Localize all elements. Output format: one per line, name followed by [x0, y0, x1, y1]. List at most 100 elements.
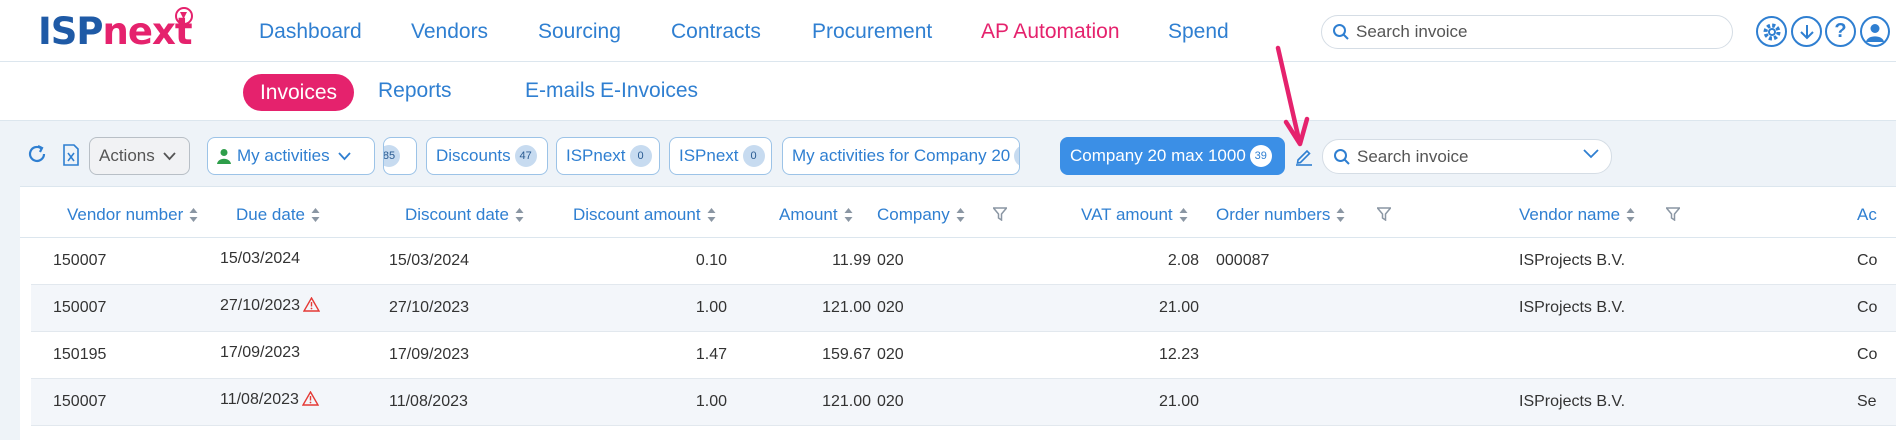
my-activities-dropdown[interactable]: My activities: [207, 137, 375, 175]
cell-discount-amount: 0.10: [695, 252, 727, 269]
cell-vat-amount: 12.23: [1158, 346, 1199, 363]
cell-discount-date: 17/09/2023: [389, 346, 470, 363]
cell-due-date: 17/09/2023: [220, 344, 301, 361]
filter-chip-discounts[interactable]: Discounts 47: [426, 137, 548, 175]
sort-icon: [844, 208, 853, 222]
cell-vendor-name: ISProjects B.V.: [1519, 252, 1626, 269]
tab-invoices[interactable]: Invoices: [243, 74, 354, 111]
filter-count: 0: [629, 145, 652, 167]
filter-label: Discounts: [436, 146, 511, 165]
sort-icon: [956, 208, 965, 222]
excel-export-icon[interactable]: [61, 143, 81, 167]
gear-icon[interactable]: [1756, 16, 1787, 47]
col-discount-date[interactable]: Discount date: [405, 205, 524, 225]
cell-amount: 121.00: [822, 393, 871, 410]
cell-discount-amount: 1.47: [695, 346, 727, 363]
help-glyph: ?: [1834, 20, 1847, 42]
nav-procurement[interactable]: Procurement: [812, 20, 932, 44]
nav-dashboard[interactable]: Dashboard: [259, 20, 362, 44]
filter-label: My activities for Company 20: [792, 146, 1011, 165]
help-icon[interactable]: ?: [1825, 16, 1856, 47]
cell-amount: 11.99: [832, 252, 871, 269]
cell-discount-date: 11/08/2023: [389, 393, 468, 410]
tab-e-invoices[interactable]: E-Invoices: [600, 79, 698, 103]
logo[interactable]: ISPnext: [38, 10, 193, 53]
cell-vat-amount: 21.00: [1158, 393, 1199, 410]
filter-chip-partial[interactable]: 85: [383, 137, 417, 175]
col-vendor-name[interactable]: Vendor name: [1519, 205, 1635, 225]
cell-vendor-name: ISProjects B.V.: [1519, 299, 1626, 316]
actions-dropdown[interactable]: Actions: [89, 137, 190, 175]
table-row[interactable]: 150195 17/09/2023 17/09/2023 1.47 159.67…: [31, 332, 1896, 379]
filter-funnel-icon[interactable]: [993, 207, 1007, 221]
cell-amount: 159.67: [822, 346, 871, 363]
filter-funnel-icon[interactable]: [1666, 207, 1680, 221]
filter-count: 0: [742, 145, 765, 167]
cell-due-date: 15/03/2024: [220, 250, 301, 267]
col-discount-amount[interactable]: Discount amount: [573, 205, 716, 225]
table-row[interactable]: 150007 15/03/2024 15/03/2024 0.10 11.99 …: [31, 238, 1896, 285]
top-navigation: ISPnext Dashboard Vendors Sourcing Contr…: [0, 0, 1896, 62]
filter-chip-ispnext-2[interactable]: ISPnext 0: [669, 137, 772, 175]
col-due-date[interactable]: Due date: [236, 205, 320, 225]
cell-discount-amount: 1.00: [695, 393, 727, 410]
warning-icon: [301, 390, 320, 406]
invoice-filter-search[interactable]: [1322, 139, 1612, 174]
sort-icon: [311, 208, 320, 222]
filter-count: 75: [1014, 145, 1019, 167]
tab-reports[interactable]: Reports: [378, 79, 452, 103]
warning-icon: [302, 296, 321, 312]
sort-icon: [1626, 208, 1635, 222]
table-row[interactable]: 150007 11/08/2023 11/08/2023 1.00 121.00…: [31, 379, 1896, 426]
download-icon[interactable]: [1791, 16, 1822, 47]
cell-ac: Co: [1857, 299, 1878, 316]
col-order-numbers[interactable]: Order numbers: [1216, 205, 1345, 225]
cell-ac: Co: [1857, 252, 1878, 269]
search-icon: [1333, 24, 1349, 40]
cell-vendor-number: 150195: [53, 346, 107, 363]
sort-icon: [515, 208, 524, 222]
search-icon: [1334, 149, 1350, 165]
sort-icon: [707, 208, 716, 222]
col-amount[interactable]: Amount: [779, 205, 853, 225]
tab-e-mails[interactable]: E-mails: [525, 79, 595, 103]
filter-label: ISPnext: [679, 146, 739, 165]
sub-navigation: Invoices Reports E-mails E-Invoices: [0, 62, 1896, 121]
cell-order-numbers: 000087: [1216, 252, 1270, 269]
sort-icon: [189, 208, 198, 222]
cell-vendor-name: ISProjects B.V.: [1519, 393, 1626, 410]
global-search-input[interactable]: [1356, 22, 1716, 42]
nav-ap-automation[interactable]: AP Automation: [981, 20, 1120, 44]
filter-count: 39: [1249, 145, 1272, 167]
col-vat-amount[interactable]: VAT amount: [1081, 205, 1188, 225]
cell-ac: Co: [1857, 346, 1878, 363]
nav-spend[interactable]: Spend: [1168, 20, 1229, 44]
table-row[interactable]: 150007 27/10/2023 27/10/2023 1.00 121.00…: [31, 285, 1896, 332]
invoice-filter-search-input[interactable]: [1357, 147, 1577, 167]
nav-vendors[interactable]: Vendors: [411, 20, 488, 44]
cell-vendor-number: 150007: [53, 252, 107, 269]
filter-chip-my-activities-company-20[interactable]: My activities for Company 2075: [782, 137, 1020, 175]
cell-company: 020: [877, 252, 904, 269]
cell-amount: 121.00: [822, 299, 871, 316]
chevron-down-icon[interactable]: [1583, 149, 1599, 159]
nav-contracts[interactable]: Contracts: [671, 20, 761, 44]
filter-funnel-icon[interactable]: [1377, 207, 1391, 221]
cell-company: 020: [877, 393, 904, 410]
col-vendor-number[interactable]: Vendor number: [67, 205, 198, 225]
refresh-icon[interactable]: [26, 143, 48, 165]
filter-chip-ispnext[interactable]: ISPnext 0: [556, 137, 660, 175]
annotation-arrow-icon: [1275, 45, 1310, 147]
chevron-down-icon: [163, 151, 176, 160]
chevron-down-icon: [337, 151, 351, 160]
col-company[interactable]: Company: [877, 205, 965, 225]
cell-vat-amount: 21.00: [1158, 299, 1199, 316]
my-activities-label: My activities: [237, 146, 330, 165]
user-icon[interactable]: [1860, 16, 1890, 47]
sort-icon: [1179, 208, 1188, 222]
global-search[interactable]: [1321, 15, 1733, 49]
nav-sourcing[interactable]: Sourcing: [538, 20, 621, 44]
filter-count: 47: [514, 145, 537, 167]
filter-chip-company-20-max-1000[interactable]: Company 20 max 1000 39: [1060, 137, 1285, 175]
col-ac[interactable]: Ac: [1857, 205, 1877, 225]
